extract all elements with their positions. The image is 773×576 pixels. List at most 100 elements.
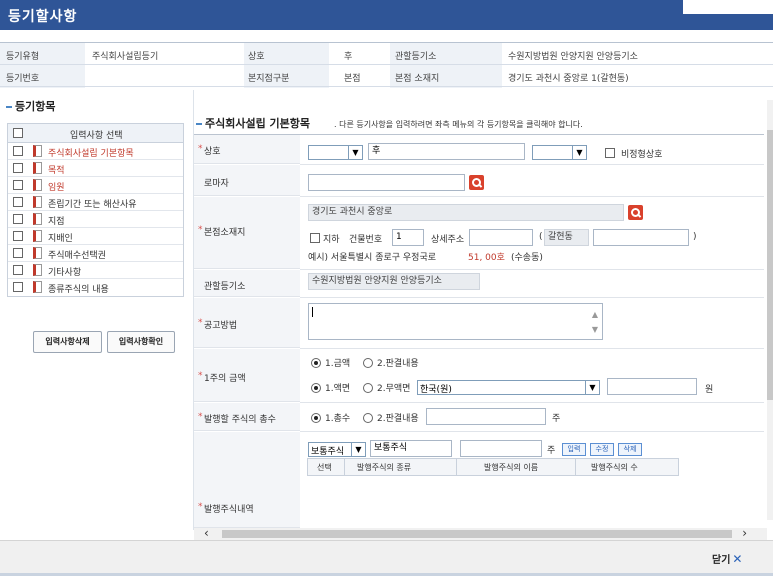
judgment-radio[interactable] bbox=[363, 358, 373, 368]
name-prefix-select[interactable]: ▼ bbox=[308, 145, 363, 160]
total-judgment-radio[interactable] bbox=[363, 413, 373, 423]
item-checkbox[interactable] bbox=[13, 146, 23, 156]
total-radio[interactable] bbox=[311, 413, 321, 423]
issued-shares-table-header: 선택 발행주식의 종류 발행주식의 이름 발행주식의 수 bbox=[307, 458, 679, 476]
info-label-head-office: 본점 소재지 bbox=[395, 74, 440, 84]
item-checkbox[interactable] bbox=[13, 214, 23, 224]
share-count-input[interactable] bbox=[460, 440, 542, 457]
horizontal-scroll-thumb[interactable] bbox=[222, 530, 732, 538]
issued-unit-label: 주 bbox=[547, 446, 556, 456]
edit-share-button[interactable]: 수정 bbox=[590, 443, 614, 456]
label-name: * 상호 bbox=[194, 135, 300, 164]
item-label[interactable]: 지배인 bbox=[48, 231, 73, 244]
item-label[interactable]: 임원 bbox=[48, 180, 65, 193]
col-share-kind: 발행주식의 종류 bbox=[357, 463, 412, 472]
item-checkbox[interactable] bbox=[13, 197, 23, 207]
delete-entries-button[interactable]: 입력사항삭제 bbox=[33, 331, 102, 353]
label-roman: 로마자 bbox=[194, 165, 300, 196]
document-icon bbox=[33, 179, 42, 191]
item-checkbox[interactable] bbox=[13, 180, 23, 190]
road-address-input[interactable]: 경기도 과천시 중앙로 bbox=[308, 204, 624, 221]
currency-select[interactable]: 한국(원) ▼ bbox=[417, 380, 600, 395]
row-divider bbox=[300, 402, 764, 403]
item-row-manager[interactable]: 지배인 bbox=[8, 228, 183, 245]
vertical-scrollbar[interactable] bbox=[767, 100, 773, 520]
add-share-button[interactable]: 입력 bbox=[562, 443, 586, 456]
par-value-radio[interactable] bbox=[311, 383, 321, 393]
share-amount-input[interactable] bbox=[607, 378, 697, 395]
section-hint: . 다른 등기사항을 입력하려면 좌측 메뉴의 각 등기항목을 클릭해야 합니다… bbox=[334, 120, 583, 129]
label-address: * 본점소재지 bbox=[194, 197, 300, 269]
item-label[interactable]: 주식회사설립 기본항목 bbox=[48, 146, 134, 159]
col-separator bbox=[575, 459, 576, 475]
item-checkbox[interactable] bbox=[13, 231, 23, 241]
share-type-value: 보통주식 bbox=[311, 447, 345, 457]
text-cursor bbox=[312, 307, 313, 317]
vertical-scroll-thumb[interactable] bbox=[767, 130, 773, 400]
dong-extra-input[interactable] bbox=[593, 229, 689, 246]
item-checkbox[interactable] bbox=[13, 163, 23, 173]
items-table: 입력사항 선택 주식회사설립 기본항목 목적 임원 존립기간 또는 해산사유 지… bbox=[7, 123, 184, 297]
footer-bar: 닫기 ✕ bbox=[0, 540, 773, 576]
roman-name-input[interactable] bbox=[308, 174, 465, 191]
detail-address-input[interactable] bbox=[469, 229, 533, 246]
item-label[interactable]: 목적 bbox=[48, 163, 65, 176]
nonstandard-name-checkbox[interactable] bbox=[605, 148, 615, 158]
scroll-down-icon[interactable]: ▼ bbox=[592, 322, 598, 337]
delete-share-button[interactable]: 삭제 bbox=[618, 443, 642, 456]
item-checkbox[interactable] bbox=[13, 282, 23, 292]
section-title-text: 주식회사설립 기본항목 bbox=[205, 117, 311, 130]
notice-method-textarea[interactable]: ▲ ▼ bbox=[308, 303, 603, 340]
item-row-officers[interactable]: 임원 bbox=[8, 177, 183, 194]
item-row-basic[interactable]: 주식회사설립 기본항목 bbox=[8, 143, 183, 160]
required-mark: * bbox=[198, 144, 203, 154]
total-shares-input[interactable] bbox=[426, 408, 546, 425]
scroll-up-icon[interactable]: ▲ bbox=[592, 307, 598, 322]
total-radio-label: 1.총수 bbox=[325, 414, 351, 424]
close-button[interactable]: 닫기 ✕ bbox=[712, 551, 742, 567]
basement-checkbox[interactable] bbox=[310, 233, 320, 243]
item-row-stock-option[interactable]: 주식매수선택권 bbox=[8, 245, 183, 262]
label-notice: * 공고방법 bbox=[194, 298, 300, 348]
confirm-entries-button[interactable]: 입력사항확인 bbox=[107, 331, 175, 353]
item-label[interactable]: 주식매수선택권 bbox=[48, 248, 106, 261]
item-checkbox[interactable] bbox=[13, 265, 23, 275]
document-icon bbox=[33, 247, 42, 259]
required-mark: * bbox=[198, 412, 203, 422]
name-input[interactable]: 후 bbox=[368, 143, 525, 160]
search-icon[interactable] bbox=[469, 175, 484, 190]
info-value-reg-type: 주식회사설립등기 bbox=[92, 52, 159, 62]
document-icon bbox=[33, 230, 42, 242]
panel-title-text: 등기항목 bbox=[15, 100, 56, 113]
item-label[interactable]: 종류주식의 내용 bbox=[48, 282, 109, 295]
share-name-input[interactable]: 보통주식 bbox=[370, 440, 452, 457]
scroll-right-icon[interactable]: › bbox=[742, 526, 747, 540]
info-row-1: 등기유형 주식회사설립등기 상호 후 관할등기소 수원지방법원 안양지원 안양등… bbox=[0, 43, 773, 65]
select-all-checkbox[interactable] bbox=[13, 128, 23, 138]
item-row-purpose[interactable]: 목적 bbox=[8, 160, 183, 177]
item-row-share-class[interactable]: 종류주식의 내용 bbox=[8, 279, 183, 296]
panel-title: 등기항목 bbox=[6, 98, 55, 114]
item-label[interactable]: 기타사항 bbox=[48, 265, 81, 278]
address-example-prefix: 예시) 서울특별시 종로구 우정국로 bbox=[308, 253, 437, 263]
no-par-radio[interactable] bbox=[363, 383, 373, 393]
share-type-select[interactable]: 보통주식 ▼ bbox=[308, 442, 366, 457]
info-label-reg-type: 등기유형 bbox=[6, 52, 40, 62]
close-button-label: 닫기 bbox=[712, 555, 731, 566]
building-number-input[interactable]: 1 bbox=[392, 229, 424, 246]
item-row-branch[interactable]: 지점 bbox=[8, 211, 183, 228]
col-share-count: 발행주식의 수 bbox=[591, 463, 638, 472]
name-suffix-select[interactable]: ▼ bbox=[532, 145, 587, 160]
item-row-duration[interactable]: 존립기간 또는 해산사유 bbox=[8, 194, 183, 211]
horizontal-scrollbar[interactable]: ‹ › bbox=[194, 526, 767, 540]
window-title: 등기할사항 bbox=[8, 9, 78, 25]
search-icon[interactable] bbox=[628, 205, 643, 220]
item-row-other[interactable]: 기타사항 bbox=[8, 262, 183, 279]
amount-radio[interactable] bbox=[311, 358, 321, 368]
item-checkbox[interactable] bbox=[13, 248, 23, 258]
title-bullet-icon bbox=[196, 123, 202, 125]
item-label[interactable]: 존립기간 또는 해산사유 bbox=[48, 197, 137, 210]
scroll-left-icon[interactable]: ‹ bbox=[204, 526, 209, 540]
section-title: 주식회사설립 기본항목 bbox=[196, 115, 310, 131]
item-label[interactable]: 지점 bbox=[48, 214, 65, 227]
